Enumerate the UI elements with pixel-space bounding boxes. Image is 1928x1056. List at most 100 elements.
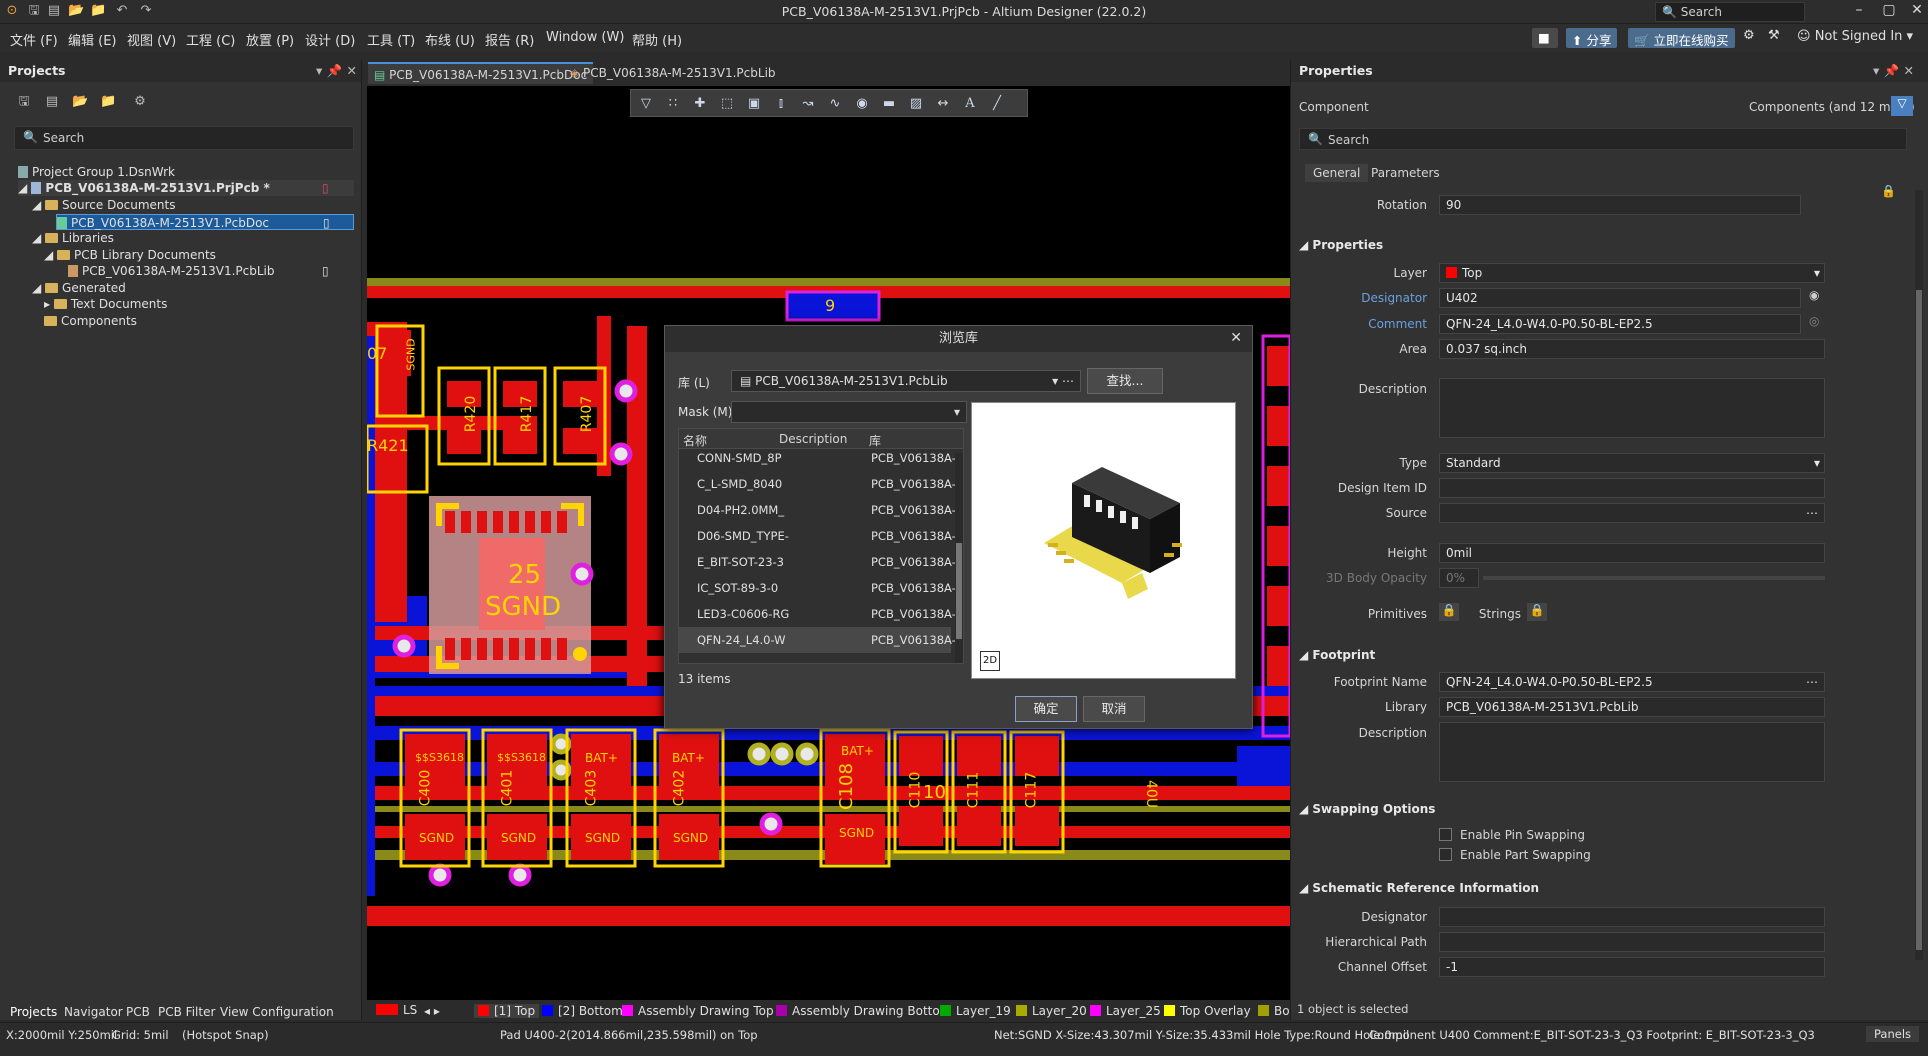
panel-menu-icon[interactable]: ▾ 📌 ✕ [316, 60, 357, 82]
section-schematic-reference[interactable]: ◢ Schematic Reference Information [1299, 881, 1539, 895]
list-item[interactable]: CONN-SMD_8P PCB_V06138A-M- [679, 445, 963, 471]
layer-tab-top-overlay[interactable]: Top Overlay [1164, 1004, 1251, 1018]
opacity-field[interactable]: 0% [1439, 568, 1479, 588]
close-window-button[interactable]: ✕ [1902, 2, 1928, 22]
list-item[interactable]: LED3-C0606-RG PCB_V06138A-M- [679, 601, 963, 627]
layer-select[interactable]: Top ▾ [1439, 263, 1825, 283]
panels-button[interactable]: Panels [1866, 1026, 1920, 1042]
tree-source-documents[interactable]: ◢ Source Documents [32, 197, 176, 213]
preview-mode-2d-button[interactable]: 2D [980, 651, 1000, 671]
filter-funnel-icon[interactable]: ▽ [1891, 96, 1913, 116]
menu-file[interactable]: 文件 (F) [10, 30, 58, 49]
menu-route[interactable]: 布线 (U) [425, 30, 475, 49]
comment-field[interactable]: QFN-24_L4.0-W4.0-P0.50-BL-EP2.5 [1439, 314, 1801, 334]
tab-projects[interactable]: Projects [10, 1005, 57, 1019]
library-field[interactable]: PCB_V06138A-M-2513V1.PcbLib [1439, 697, 1825, 717]
menu-help[interactable]: 帮助 (H) [632, 30, 682, 49]
tree-pcblib[interactable]: PCB_V06138A-M-2513V1.PcbLib ▯ [68, 263, 354, 279]
dialog-close-icon[interactable]: ✕ [1230, 330, 1242, 346]
more-options-icon[interactable]: ⋯ [1806, 506, 1818, 520]
design-item-field[interactable] [1439, 478, 1825, 498]
filter-tool-icon[interactable]: ▽ [637, 95, 655, 113]
tab-general[interactable]: General [1305, 164, 1369, 182]
list-item[interactable]: D04-PH2.0MM_ PCB_V06138A-M- [679, 497, 963, 523]
footprint-description-field[interactable] [1439, 722, 1825, 782]
hidden-eye-icon[interactable]: ◎ [1809, 314, 1819, 328]
tab-pcb-filter[interactable]: PCB Filter [158, 1005, 215, 1019]
layer-tab-layer25[interactable]: Layer_25 [1090, 1004, 1161, 1018]
list-item-selected[interactable]: QFN-24_L4.0-W PCB_V06138A-M- [679, 627, 963, 653]
menu-view[interactable]: 视图 (V) [127, 30, 176, 49]
tree-pcbdoc[interactable]: PCB_V06138A-M-2513V1.PcbDoc ▯ [56, 214, 354, 230]
section-footprint[interactable]: ◢ Footprint [1299, 648, 1375, 662]
opacity-slider[interactable] [1483, 576, 1825, 580]
section-swapping[interactable]: ◢ Swapping Options [1299, 802, 1435, 816]
list-item[interactable]: C_L-SMD_8040 PCB_V06138A-M- [679, 471, 963, 497]
menu-reports[interactable]: 报告 (R) [485, 30, 534, 49]
footprint-name-field[interactable]: QFN-24_L4.0-W4.0-P0.50-BL-EP2.5 ⋯ [1439, 672, 1825, 692]
height-field[interactable]: 0mil [1439, 543, 1825, 563]
diff-pair-icon[interactable]: ∿ [826, 95, 844, 113]
menu-design[interactable]: 设计 (D) [305, 30, 355, 49]
layer-tab-assembly-top[interactable]: Assembly Drawing Top [622, 1004, 774, 1018]
tab-pcbdoc[interactable]: ▤ PCB_V06138A-M-2513V1.PcbDoc [368, 62, 594, 84]
section-properties[interactable]: ◢ Properties [1299, 238, 1383, 252]
project-options-gear-icon[interactable]: ⚙ [132, 94, 148, 110]
enable-pin-swapping-checkbox[interactable]: Enable Pin Swapping [1439, 828, 1585, 842]
menu-place[interactable]: 放置 (P) [246, 30, 294, 49]
close-project-icon[interactable]: 📁 [100, 94, 116, 110]
designator-field[interactable]: U402 [1439, 288, 1801, 308]
tree-project[interactable]: ◢ PCB_V06138A-M-2513V1.PrjPcb * ▯ [18, 180, 354, 196]
layer-tab-assembly-bottom[interactable]: Assembly Drawing Bottom [776, 1004, 951, 1018]
layer-tab-layer20[interactable]: Layer_20 [1016, 1004, 1087, 1018]
layer-tab-bottom[interactable]: [2] Bottom [542, 1004, 623, 1018]
polygon-icon[interactable]: ▨ [907, 95, 925, 113]
tab-view-configuration[interactable]: View Configuration [220, 1005, 334, 1019]
panel-menu-icon[interactable]: ▾ 📌 ✕ [1873, 60, 1914, 82]
settings-gear-icon[interactable]: ⚙ [1743, 28, 1755, 43]
tree-text-documents[interactable]: ▸ Text Documents [44, 296, 167, 312]
cancel-button[interactable]: 取消 [1083, 696, 1145, 722]
chat-button[interactable]: ■ [1532, 28, 1558, 48]
lock-icon[interactable]: 🔒 [1881, 184, 1896, 198]
library-select[interactable]: ▤ PCB_V06138A-M-2513V1.PcbLib ▾ ⋯ [731, 370, 1081, 392]
layer-set-selector[interactable]: LS [376, 1003, 417, 1017]
share-button[interactable]: ⬆ 分享 [1566, 28, 1618, 48]
buy-online-button[interactable]: 🛒 立即在线购买 [1628, 28, 1735, 48]
tree-generated[interactable]: ◢ Generated [32, 280, 126, 296]
layer-tab-top[interactable]: [1] Top [474, 1004, 540, 1018]
save-project-icon[interactable]: 🖫 [16, 94, 32, 110]
place-text-icon[interactable]: A [961, 95, 979, 113]
properties-search-input[interactable]: 🔍 Search [1299, 128, 1907, 150]
visibility-eye-icon[interactable]: ◉ [1809, 288, 1827, 302]
menu-window[interactable]: Window (W) [546, 30, 624, 45]
more-options-icon[interactable]: ⋯ [1806, 675, 1818, 689]
enable-part-swapping-checkbox[interactable]: Enable Part Swapping [1439, 848, 1591, 862]
dimension-icon[interactable]: ↔ [934, 95, 952, 113]
open-project-folder-icon[interactable]: 📂 [72, 94, 88, 110]
place-fill-icon[interactable]: ▬ [880, 95, 898, 113]
route-tool-icon[interactable]: ∷ [664, 95, 682, 113]
ok-button[interactable]: 确定 [1015, 696, 1077, 722]
select-rect-icon[interactable]: ⬚ [718, 95, 736, 113]
find-button[interactable]: 查找... [1087, 368, 1163, 394]
rotation-field[interactable]: 90 [1439, 195, 1801, 215]
menu-tools[interactable]: 工具 (T) [367, 30, 415, 49]
footprint-preview[interactable]: 2D [971, 402, 1236, 679]
user-menu[interactable]: ☺ Not Signed In ▾ [1797, 29, 1913, 44]
properties-scrollbar[interactable] [1915, 190, 1923, 960]
tree-pcb-library-documents[interactable]: ◢ PCB Library Documents [44, 247, 216, 263]
tree-components[interactable]: Components [44, 313, 137, 329]
list-item[interactable]: E_BIT-SOT-23-3 PCB_V06138A-M- [679, 549, 963, 575]
menu-project[interactable]: 工程 (C) [186, 30, 235, 49]
list-item[interactable]: IC_SOT-89-3-0 PCB_V06138A-M- [679, 575, 963, 601]
menu-edit[interactable]: 编辑 (E) [68, 30, 117, 49]
hierarchical-path-field[interactable] [1439, 932, 1825, 952]
layer-scroll-left-icon[interactable]: ◂ ▸ [424, 1004, 440, 1018]
channel-offset-field[interactable]: -1 [1439, 957, 1825, 977]
list-item[interactable]: D06-SMD_TYPE- PCB_V06138A-M- [679, 523, 963, 549]
cross-select-icon[interactable]: ✚ [691, 95, 709, 113]
mask-input[interactable]: ▾ [731, 401, 967, 423]
align-icon[interactable]: ⫾ [772, 95, 790, 113]
sch-designator-field[interactable] [1439, 907, 1825, 927]
